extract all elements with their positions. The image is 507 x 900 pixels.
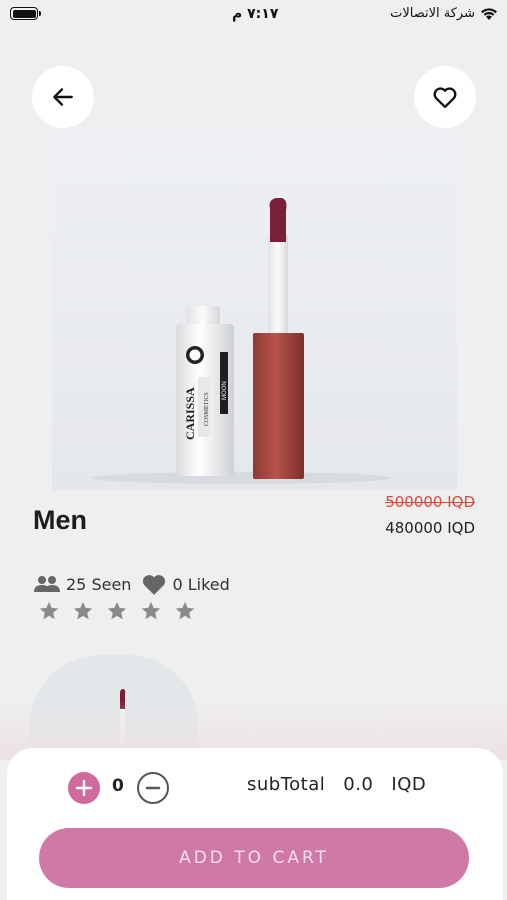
subtotal-value: 0.0	[343, 774, 374, 795]
product-name: Men	[33, 505, 87, 535]
lipgloss-illustration: CARISSA COSMETICS MOON	[92, 198, 392, 484]
status-carrier: شركة الاتصالات	[390, 6, 499, 21]
status-bar: ٧:١٧ م شركة الاتصالات	[0, 0, 507, 30]
back-button[interactable]	[32, 66, 94, 128]
decrease-quantity-button[interactable]	[137, 772, 169, 804]
quantity-value: 0	[112, 776, 124, 796]
liked-count: 0 Liked	[172, 574, 230, 594]
heart-outline-icon	[433, 87, 457, 109]
increase-quantity-button[interactable]	[68, 772, 100, 804]
subtotal-label: subTotal	[247, 774, 326, 795]
rating-stars[interactable]	[38, 600, 196, 622]
wifi-icon	[481, 7, 497, 20]
minus-icon	[145, 786, 161, 790]
star-icon[interactable]	[174, 600, 196, 622]
new-price: 480000 IQD	[385, 519, 475, 537]
favorite-button[interactable]	[414, 66, 476, 128]
cart-panel: 0 subTotal 0.0 IQD ADD TO CART	[7, 748, 503, 900]
heart-filled-icon	[143, 575, 166, 595]
star-icon[interactable]	[106, 600, 128, 622]
plus-icon	[75, 779, 93, 797]
subtotal-currency: IQD	[391, 774, 427, 795]
add-to-cart-button[interactable]: ADD TO CART	[39, 828, 469, 888]
people-icon	[34, 576, 60, 592]
status-time: ٧:١٧ م	[232, 6, 279, 22]
star-icon[interactable]	[72, 600, 94, 622]
old-price: 500000 IQD	[385, 493, 475, 511]
shade-text: MOON	[222, 381, 228, 400]
arrow-left-icon	[53, 88, 73, 106]
battery-icon	[10, 7, 41, 20]
subtotal: subTotal 0.0 IQD	[247, 774, 426, 795]
star-icon[interactable]	[38, 600, 60, 622]
brand-text: CARISSA	[183, 387, 197, 440]
seen-count: 25 Seen	[66, 574, 132, 594]
product-stats: 25 Seen 0 Liked	[33, 572, 230, 596]
star-icon[interactable]	[140, 600, 162, 622]
brand-subtext: COSMETICS	[204, 392, 210, 426]
carrier-name: شركة الاتصالات	[390, 6, 475, 21]
product-image: CARISSA COSMETICS MOON	[52, 130, 457, 490]
